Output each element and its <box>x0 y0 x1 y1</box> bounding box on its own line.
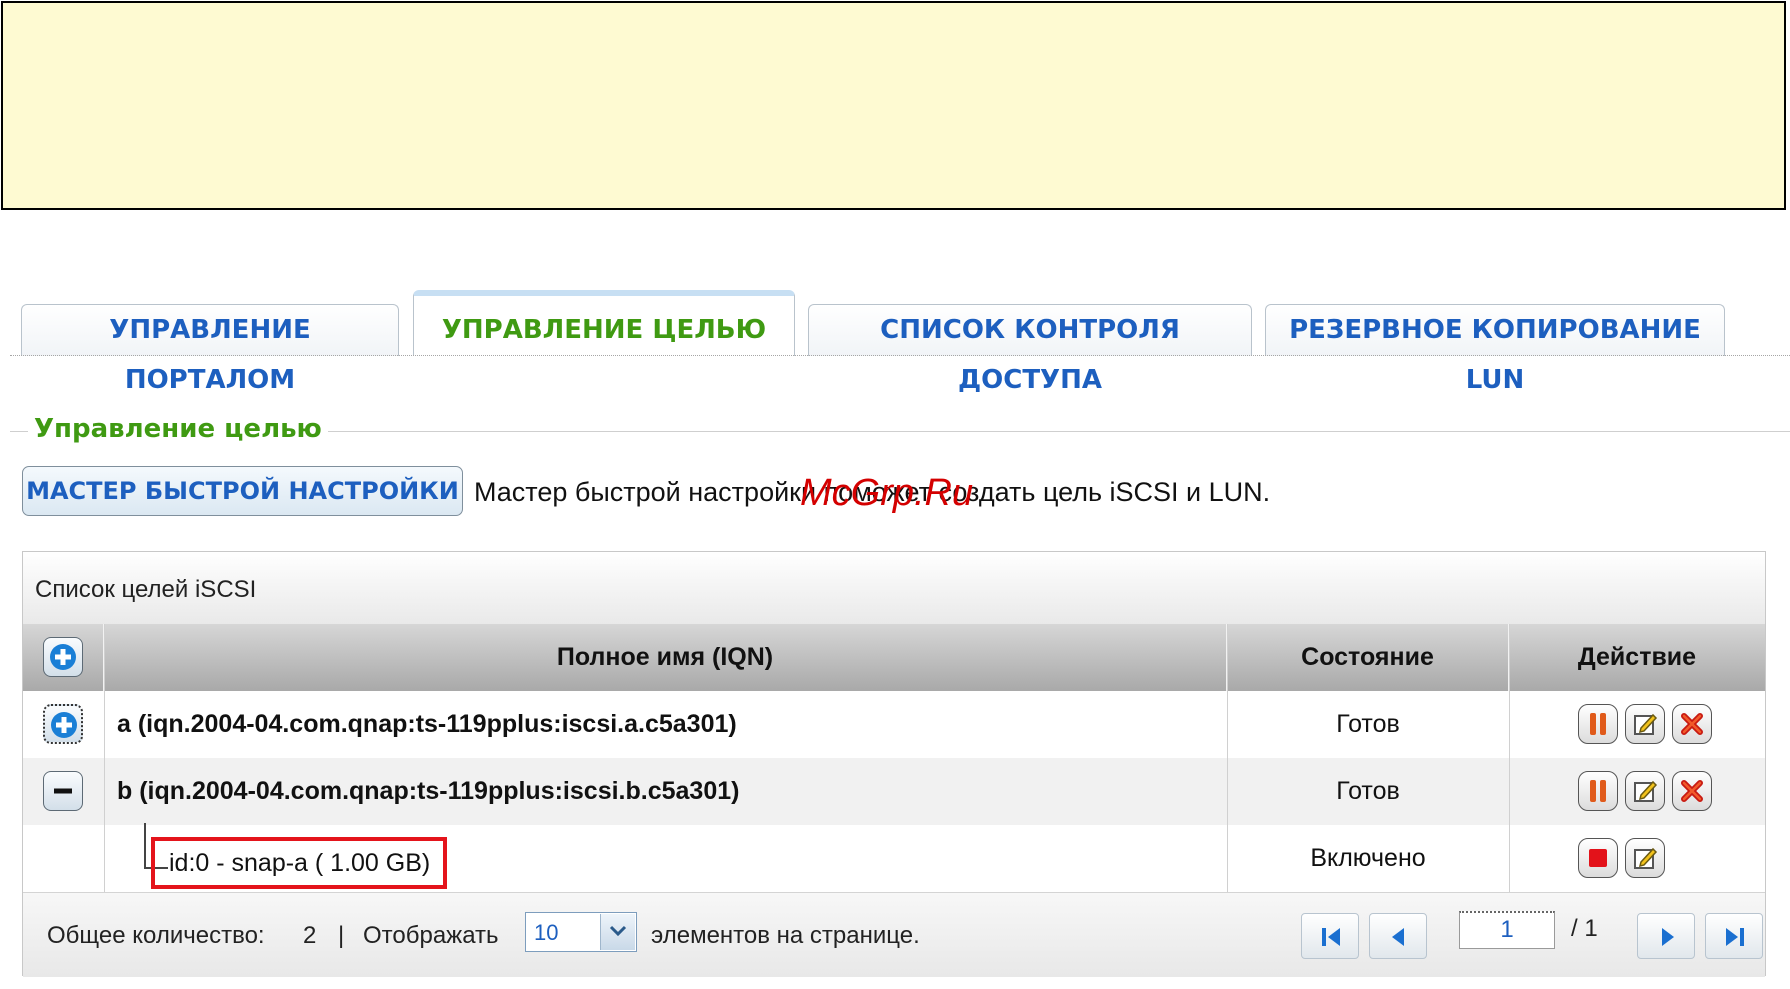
tab-access-control-list[interactable]: СПИСОК КОНТРОЛЯ ДОСТУПА <box>808 304 1252 395</box>
items-per-page-label: элементов на странице. <box>651 922 920 949</box>
table-row: a (iqn.2004-04.com.qnap:ts-119pplus:iscs… <box>23 691 1765 758</box>
panel-title: Список целей iSCSI <box>35 576 257 603</box>
next-page-icon <box>1662 928 1674 946</box>
delete-icon <box>1681 780 1703 802</box>
header-status: Состояние <box>1227 624 1509 691</box>
plus-icon <box>50 644 76 670</box>
target-iqn: b (iqn.2004-04.com.qnap:ts-119pplus:iscs… <box>117 777 740 805</box>
tab-portal-management[interactable]: УПРАВЛЕНИЕ ПОРТАЛОМ <box>21 304 399 395</box>
edit-target-button[interactable] <box>1625 704 1665 744</box>
tab-target-management[interactable]: УПРАВЛЕНИЕ ЦЕЛЬЮ <box>413 290 795 356</box>
first-page-button[interactable] <box>1301 913 1359 959</box>
pause-icon <box>1590 780 1606 802</box>
stop-icon <box>1589 849 1607 867</box>
edit-icon <box>1634 780 1658 802</box>
stop-target-button[interactable] <box>1578 704 1618 744</box>
column-divider <box>1509 624 1510 892</box>
first-page-icon <box>1322 928 1340 946</box>
page-number-input[interactable]: 1 <box>1459 911 1555 949</box>
expand-target-button[interactable] <box>43 704 83 744</box>
footer-separator: | <box>338 922 345 949</box>
last-page-button[interactable] <box>1705 913 1763 959</box>
total-label: Общее количество: <box>47 922 265 949</box>
page-total: / 1 <box>1571 915 1598 942</box>
collapse-target-button[interactable] <box>43 771 83 811</box>
delete-target-button[interactable] <box>1672 771 1712 811</box>
lun-status: Включено <box>1310 844 1426 872</box>
previous-page-button[interactable] <box>1369 913 1427 959</box>
target-status: Готов <box>1336 710 1400 738</box>
column-divider <box>104 624 105 892</box>
table-header: Полное имя (IQN) Состояние Действие <box>23 624 1765 691</box>
lun-name-highlight: id:0 - snap-a ( 1.00 GB) <box>151 837 447 889</box>
tab-divider <box>10 355 1790 356</box>
lun-row: id:0 - snap-a ( 1.00 GB) Включено <box>23 823 1765 892</box>
header-add-cell <box>23 624 104 691</box>
section-legend: Управление целью <box>28 414 328 444</box>
header-action: Действие <box>1577 643 1697 671</box>
pause-icon <box>1590 713 1606 735</box>
top-banner <box>1 1 1786 210</box>
column-divider <box>1227 624 1228 892</box>
target-iqn: a (iqn.2004-04.com.qnap:ts-119pplus:iscs… <box>117 710 737 738</box>
show-label: Отображать <box>363 922 499 949</box>
edit-lun-button[interactable] <box>1625 838 1665 878</box>
previous-page-icon <box>1392 928 1404 946</box>
disable-lun-button[interactable] <box>1578 838 1618 878</box>
panel-header: Список целей iSCSI <box>23 552 1765 624</box>
stop-target-button[interactable] <box>1578 771 1618 811</box>
next-page-button[interactable] <box>1637 913 1695 959</box>
per-page-select[interactable]: 10 <box>525 912 637 952</box>
tab-lun-backup[interactable]: РЕЗЕРВНОЕ КОПИРОВАНИЕ LUN <box>1265 304 1725 395</box>
edit-icon <box>1634 713 1658 735</box>
header-iqn: Полное имя (IQN) <box>104 624 1227 691</box>
delete-target-button[interactable] <box>1672 704 1712 744</box>
add-target-button[interactable] <box>43 637 83 677</box>
target-status: Готов <box>1336 777 1400 805</box>
chevron-down-icon[interactable] <box>600 914 635 950</box>
quick-setup-wizard-button[interactable]: МАСТЕР БЫСТРОЙ НАСТРОЙКИ <box>22 466 463 516</box>
pagination-bar: Общее количество: 2 | Отображать 10 элем… <box>23 892 1765 977</box>
last-page-icon <box>1726 928 1744 946</box>
edit-icon <box>1634 847 1658 869</box>
tab-bar: УПРАВЛЕНИЕ ПОРТАЛОМ УПРАВЛЕНИЕ ЦЕЛЬЮ СПИ… <box>0 290 1790 395</box>
total-value: 2 <box>303 922 317 949</box>
per-page-value: 10 <box>534 920 559 945</box>
plus-icon <box>51 712 77 738</box>
watermark: McGrp.Ru <box>800 472 974 514</box>
iscsi-target-panel: Список целей iSCSI Полное имя (IQN) Сост… <box>22 551 1766 977</box>
edit-target-button[interactable] <box>1625 771 1665 811</box>
lun-name: id:0 - snap-a ( 1.00 GB) <box>169 849 431 877</box>
table-row: b (iqn.2004-04.com.qnap:ts-119pplus:iscs… <box>23 758 1765 825</box>
delete-icon <box>1681 713 1703 735</box>
minus-icon <box>54 788 72 794</box>
